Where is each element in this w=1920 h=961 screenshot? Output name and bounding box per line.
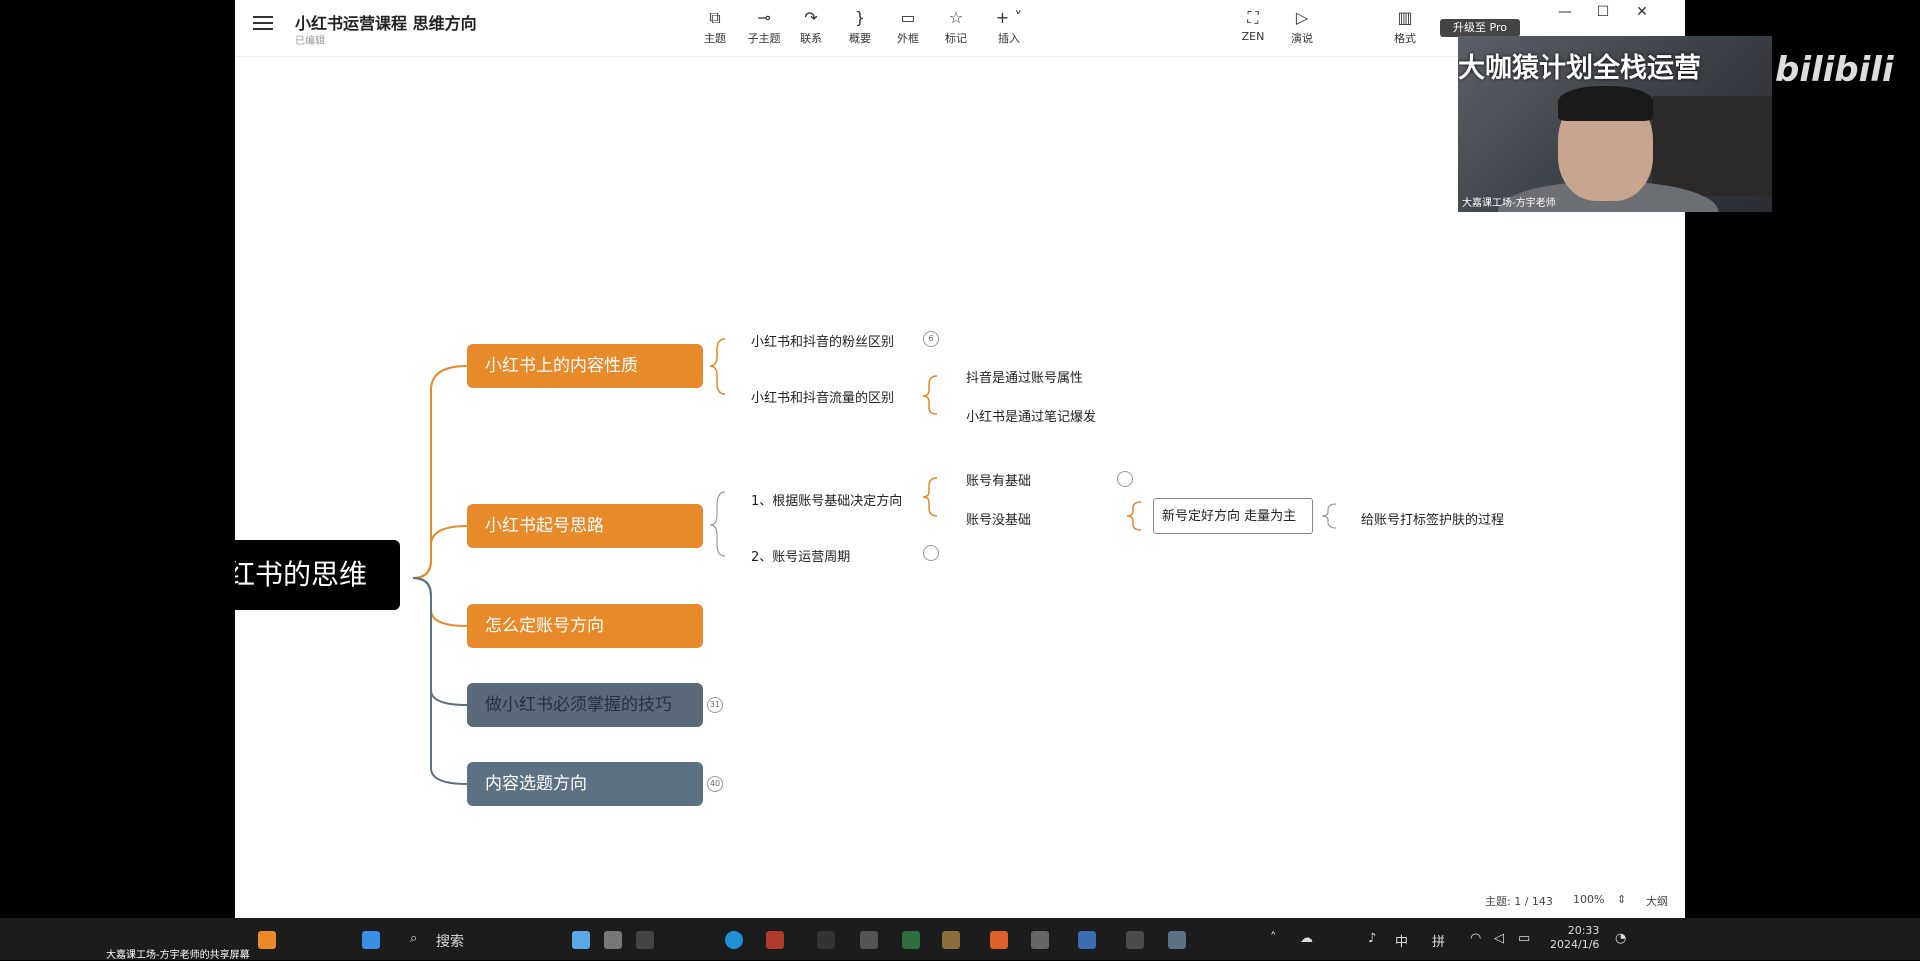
zoom-level[interactable]: 100% [1573, 893, 1604, 906]
selected-topic-new-account[interactable]: 新号定好方向 走量为主 [1153, 498, 1313, 534]
leaf-direction-by-base[interactable]: 1、根据账号基础决定方向 [751, 490, 902, 509]
screen-share-caption: 大嘉课工场-方宇老师的共享屏幕 [106, 950, 250, 961]
clock-date: 2024/1/6 [1550, 938, 1600, 951]
bilibili-logo: bilibili [1775, 50, 1894, 90]
leaf-traffic-difference[interactable]: 小红书和抖音流量的区别 [751, 387, 894, 406]
task-view-icon[interactable] [572, 931, 590, 949]
microphone-icon[interactable]: ♪ [1368, 931, 1376, 946]
branch-account-direction[interactable]: 怎么定账号方向 [467, 604, 703, 648]
zoom-stepper-icon[interactable]: ⇕ [1617, 893, 1626, 906]
leaf-fans-difference[interactable]: 小红书和抖音的粉丝区别 [751, 331, 894, 350]
topic-count: 主题: 1 / 143 [1485, 895, 1553, 908]
webcam-overlay: 大咖猿计划全栈运营 大嘉课工场-方宇老师 [1458, 36, 1772, 212]
taskbar-app-icon[interactable] [766, 931, 784, 949]
windows-taskbar: ⌕ 搜索 ˄ ☁ ♪ 中 拼 ◠ ◁ ▭ ◔ [0, 918, 1920, 960]
taskbar-app-icon[interactable] [258, 931, 276, 949]
branch-account-startup[interactable]: 小红书起号思路 [467, 504, 703, 548]
taskbar-app-icon[interactable] [990, 931, 1008, 949]
taskbar-app-icon[interactable] [1031, 931, 1049, 949]
battery-icon[interactable]: ▭ [1518, 931, 1530, 946]
cloud-icon[interactable]: ☁ [1300, 931, 1313, 946]
taskbar-app-icon[interactable] [1078, 931, 1096, 949]
branch-topic-selection[interactable]: 内容选题方向 [467, 762, 703, 806]
root-topic[interactable]: 红书的思维 [235, 540, 400, 610]
leaf-douyin-account-attribute[interactable]: 抖音是通过账号属性 [966, 367, 1083, 386]
collapse-toggle-icon[interactable] [923, 545, 939, 561]
start-menu-icon[interactable] [362, 931, 380, 949]
wifi-icon[interactable]: ◠ [1470, 931, 1481, 946]
taskbar-app-icon[interactable] [817, 931, 835, 949]
webcam-caption: 大嘉课工场-方宇老师 [1462, 198, 1556, 209]
edge-browser-icon[interactable] [725, 931, 743, 949]
collapse-toggle-icon[interactable] [1117, 471, 1133, 487]
collapsed-count-badge[interactable]: 31 [707, 697, 723, 713]
branch-must-know-skills[interactable]: 做小红书必须掌握的技巧 [467, 683, 703, 727]
search-icon[interactable]: ⌕ [410, 931, 417, 946]
leaf-no-base[interactable]: 账号没基础 [966, 509, 1031, 528]
collapsed-count-badge[interactable]: 6 [923, 331, 939, 347]
taskbar-app-icon[interactable] [902, 931, 920, 949]
outline-button[interactable]: 大纲 [1646, 893, 1668, 909]
clock-time: 20:33 [1567, 924, 1600, 937]
volume-icon[interactable]: ◁ [1494, 931, 1504, 946]
ime-mode[interactable]: 拼 [1432, 931, 1445, 950]
leaf-operation-cycle[interactable]: 2、账号运营周期 [751, 546, 850, 565]
notification-icon[interactable]: ◔ [1615, 931, 1626, 946]
widgets-icon[interactable] [604, 931, 622, 949]
taskbar-search[interactable]: 搜索 [436, 931, 464, 951]
ime-language[interactable]: 中 [1395, 931, 1408, 950]
branch-content-nature[interactable]: 小红书上的内容性质 [467, 344, 703, 388]
chevron-up-icon[interactable]: ˄ [1270, 931, 1277, 946]
clock[interactable]: 20:33 2024/1/6 [1550, 924, 1599, 952]
taskbar-app-icon[interactable] [1126, 931, 1144, 949]
presenter-hair [1558, 86, 1653, 121]
background-bookshelf [1652, 96, 1772, 196]
leaf-xhs-note-burst[interactable]: 小红书是通过笔记爆发 [966, 406, 1096, 425]
taskbar-app-icon[interactable] [636, 931, 654, 949]
overlay-title: 大咖猿计划全栈运营 [1458, 53, 1701, 84]
leaf-tagging-process[interactable]: 给账号打标签护肤的过程 [1361, 509, 1504, 528]
taskbar-app-icon[interactable] [942, 931, 960, 949]
taskbar-app-icon[interactable] [860, 931, 878, 949]
taskbar-app-icon[interactable] [1168, 931, 1186, 949]
collapsed-count-badge[interactable]: 40 [707, 776, 723, 792]
leaf-has-base[interactable]: 账号有基础 [966, 470, 1031, 489]
